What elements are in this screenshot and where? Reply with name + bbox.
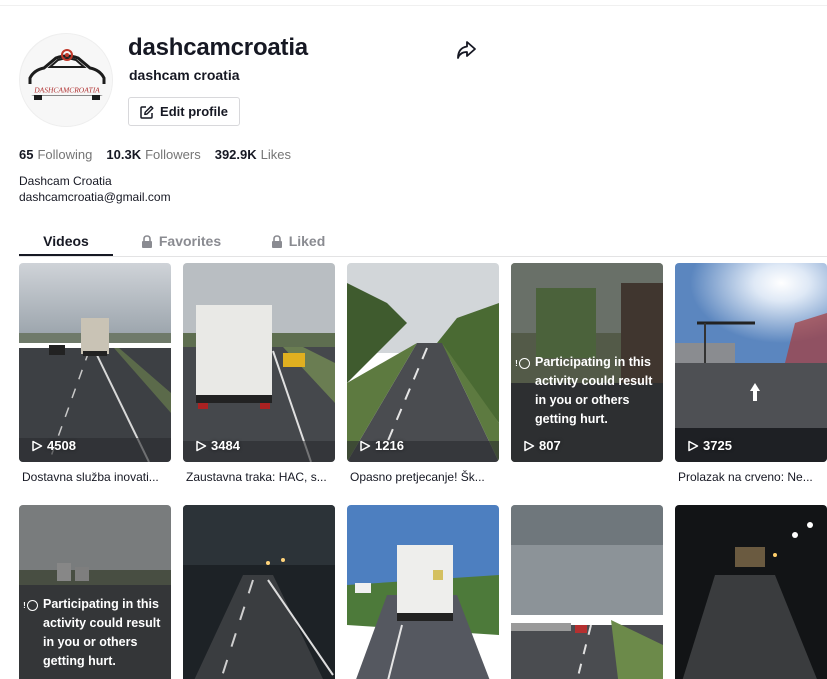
share-arrow-icon[interactable] xyxy=(455,39,477,61)
video-thumbnail[interactable]: 3484 xyxy=(183,263,335,462)
safety-warning: ! Participating in this activity could re… xyxy=(23,595,167,671)
followers-stat[interactable]: 10.3K Followers xyxy=(106,147,200,162)
view-count-value: 1216 xyxy=(375,438,404,453)
view-count-value: 807 xyxy=(539,438,561,453)
avatar[interactable]: DASHCAMCROATIA xyxy=(19,33,113,127)
video-thumbnail[interactable]: ! Participating in this activity could re… xyxy=(19,505,171,679)
profile-nickname: dashcam croatia xyxy=(129,67,240,83)
tab-liked[interactable]: Liked xyxy=(263,228,333,257)
lock-icon xyxy=(271,235,282,248)
video-caption[interactable]: Prolazak na crveno: Ne... xyxy=(678,470,827,484)
view-count: 807 xyxy=(523,438,561,453)
profile-username: dashcamcroatia xyxy=(128,34,308,61)
safety-warning-text: Participating in this activity could res… xyxy=(43,597,161,668)
video-thumbnail[interactable] xyxy=(347,505,499,679)
video-thumbnail[interactable]: 1216 xyxy=(347,263,499,462)
following-label: Following xyxy=(37,147,93,162)
safety-warning-text: Participating in this activity could res… xyxy=(535,355,653,426)
video-thumbnail[interactable] xyxy=(675,505,827,679)
following-count: 65 xyxy=(19,147,34,162)
video-thumbnail[interactable]: 3725 xyxy=(675,263,827,462)
edit-profile-button[interactable]: Edit profile xyxy=(128,97,240,126)
followers-label: Followers xyxy=(145,147,201,162)
view-count: 3725 xyxy=(687,438,732,453)
view-count-value: 3725 xyxy=(703,438,732,453)
video-thumbnail[interactable] xyxy=(511,505,663,679)
video-thumbnail[interactable]: 4508 xyxy=(19,263,171,462)
bio-line-name: Dashcam Croatia xyxy=(19,174,112,188)
play-triangle-icon xyxy=(688,440,699,451)
bio-line-email: dashcamcroatia@gmail.com xyxy=(19,190,171,204)
video-caption[interactable]: Opasno pretjecanje! Šk... xyxy=(350,470,500,484)
followers-count: 10.3K xyxy=(106,147,142,162)
tab-favorites[interactable]: Favorites xyxy=(131,228,231,257)
safety-warning: ! Participating in this activity could re… xyxy=(515,353,659,429)
likes-label: Likes xyxy=(260,147,291,162)
profile-stats: 65 Following 10.3K Followers 392.9K Likes xyxy=(19,147,305,162)
view-count-value: 4508 xyxy=(47,438,76,453)
info-circle-icon: ! xyxy=(23,600,38,611)
profile-bio: Dashcam Croatia dashcamcroatia@gmail.com xyxy=(19,173,171,205)
play-triangle-icon xyxy=(196,440,207,451)
tab-liked-label: Liked xyxy=(288,233,326,249)
view-count: 3484 xyxy=(195,438,240,453)
likes-stat: 392.9K Likes xyxy=(215,147,291,162)
tab-videos[interactable]: Videos xyxy=(19,228,113,257)
video-thumbnail[interactable] xyxy=(183,505,335,679)
play-triangle-icon xyxy=(524,440,535,451)
edit-pencil-icon xyxy=(140,105,154,119)
video-caption[interactable]: Dostavna služba inovati... xyxy=(22,470,172,484)
play-triangle-icon xyxy=(32,440,43,451)
view-count: 4508 xyxy=(31,438,76,453)
video-thumbnail[interactable]: ! Participating in this activity could re… xyxy=(511,263,663,462)
lock-icon xyxy=(141,235,152,248)
view-count-value: 3484 xyxy=(211,438,240,453)
profile-tabs: Videos Favorites Liked xyxy=(19,228,827,257)
avatar-logo-text: DASHCAMCROATIA xyxy=(33,86,100,95)
video-caption[interactable]: Zaustavna traka: HAC, s... xyxy=(186,470,336,484)
top-divider xyxy=(0,0,827,6)
following-stat[interactable]: 65 Following xyxy=(19,147,92,162)
likes-count: 392.9K xyxy=(214,147,257,162)
tab-favorites-label: Favorites xyxy=(158,233,222,249)
info-circle-icon: ! xyxy=(515,358,530,369)
view-count: 1216 xyxy=(359,438,404,453)
active-tab-indicator xyxy=(19,254,113,256)
car-logo-icon: DASHCAMCROATIA xyxy=(20,34,112,126)
tab-videos-label: Videos xyxy=(43,233,89,249)
play-triangle-icon xyxy=(360,440,371,451)
edit-profile-label: Edit profile xyxy=(160,104,228,119)
